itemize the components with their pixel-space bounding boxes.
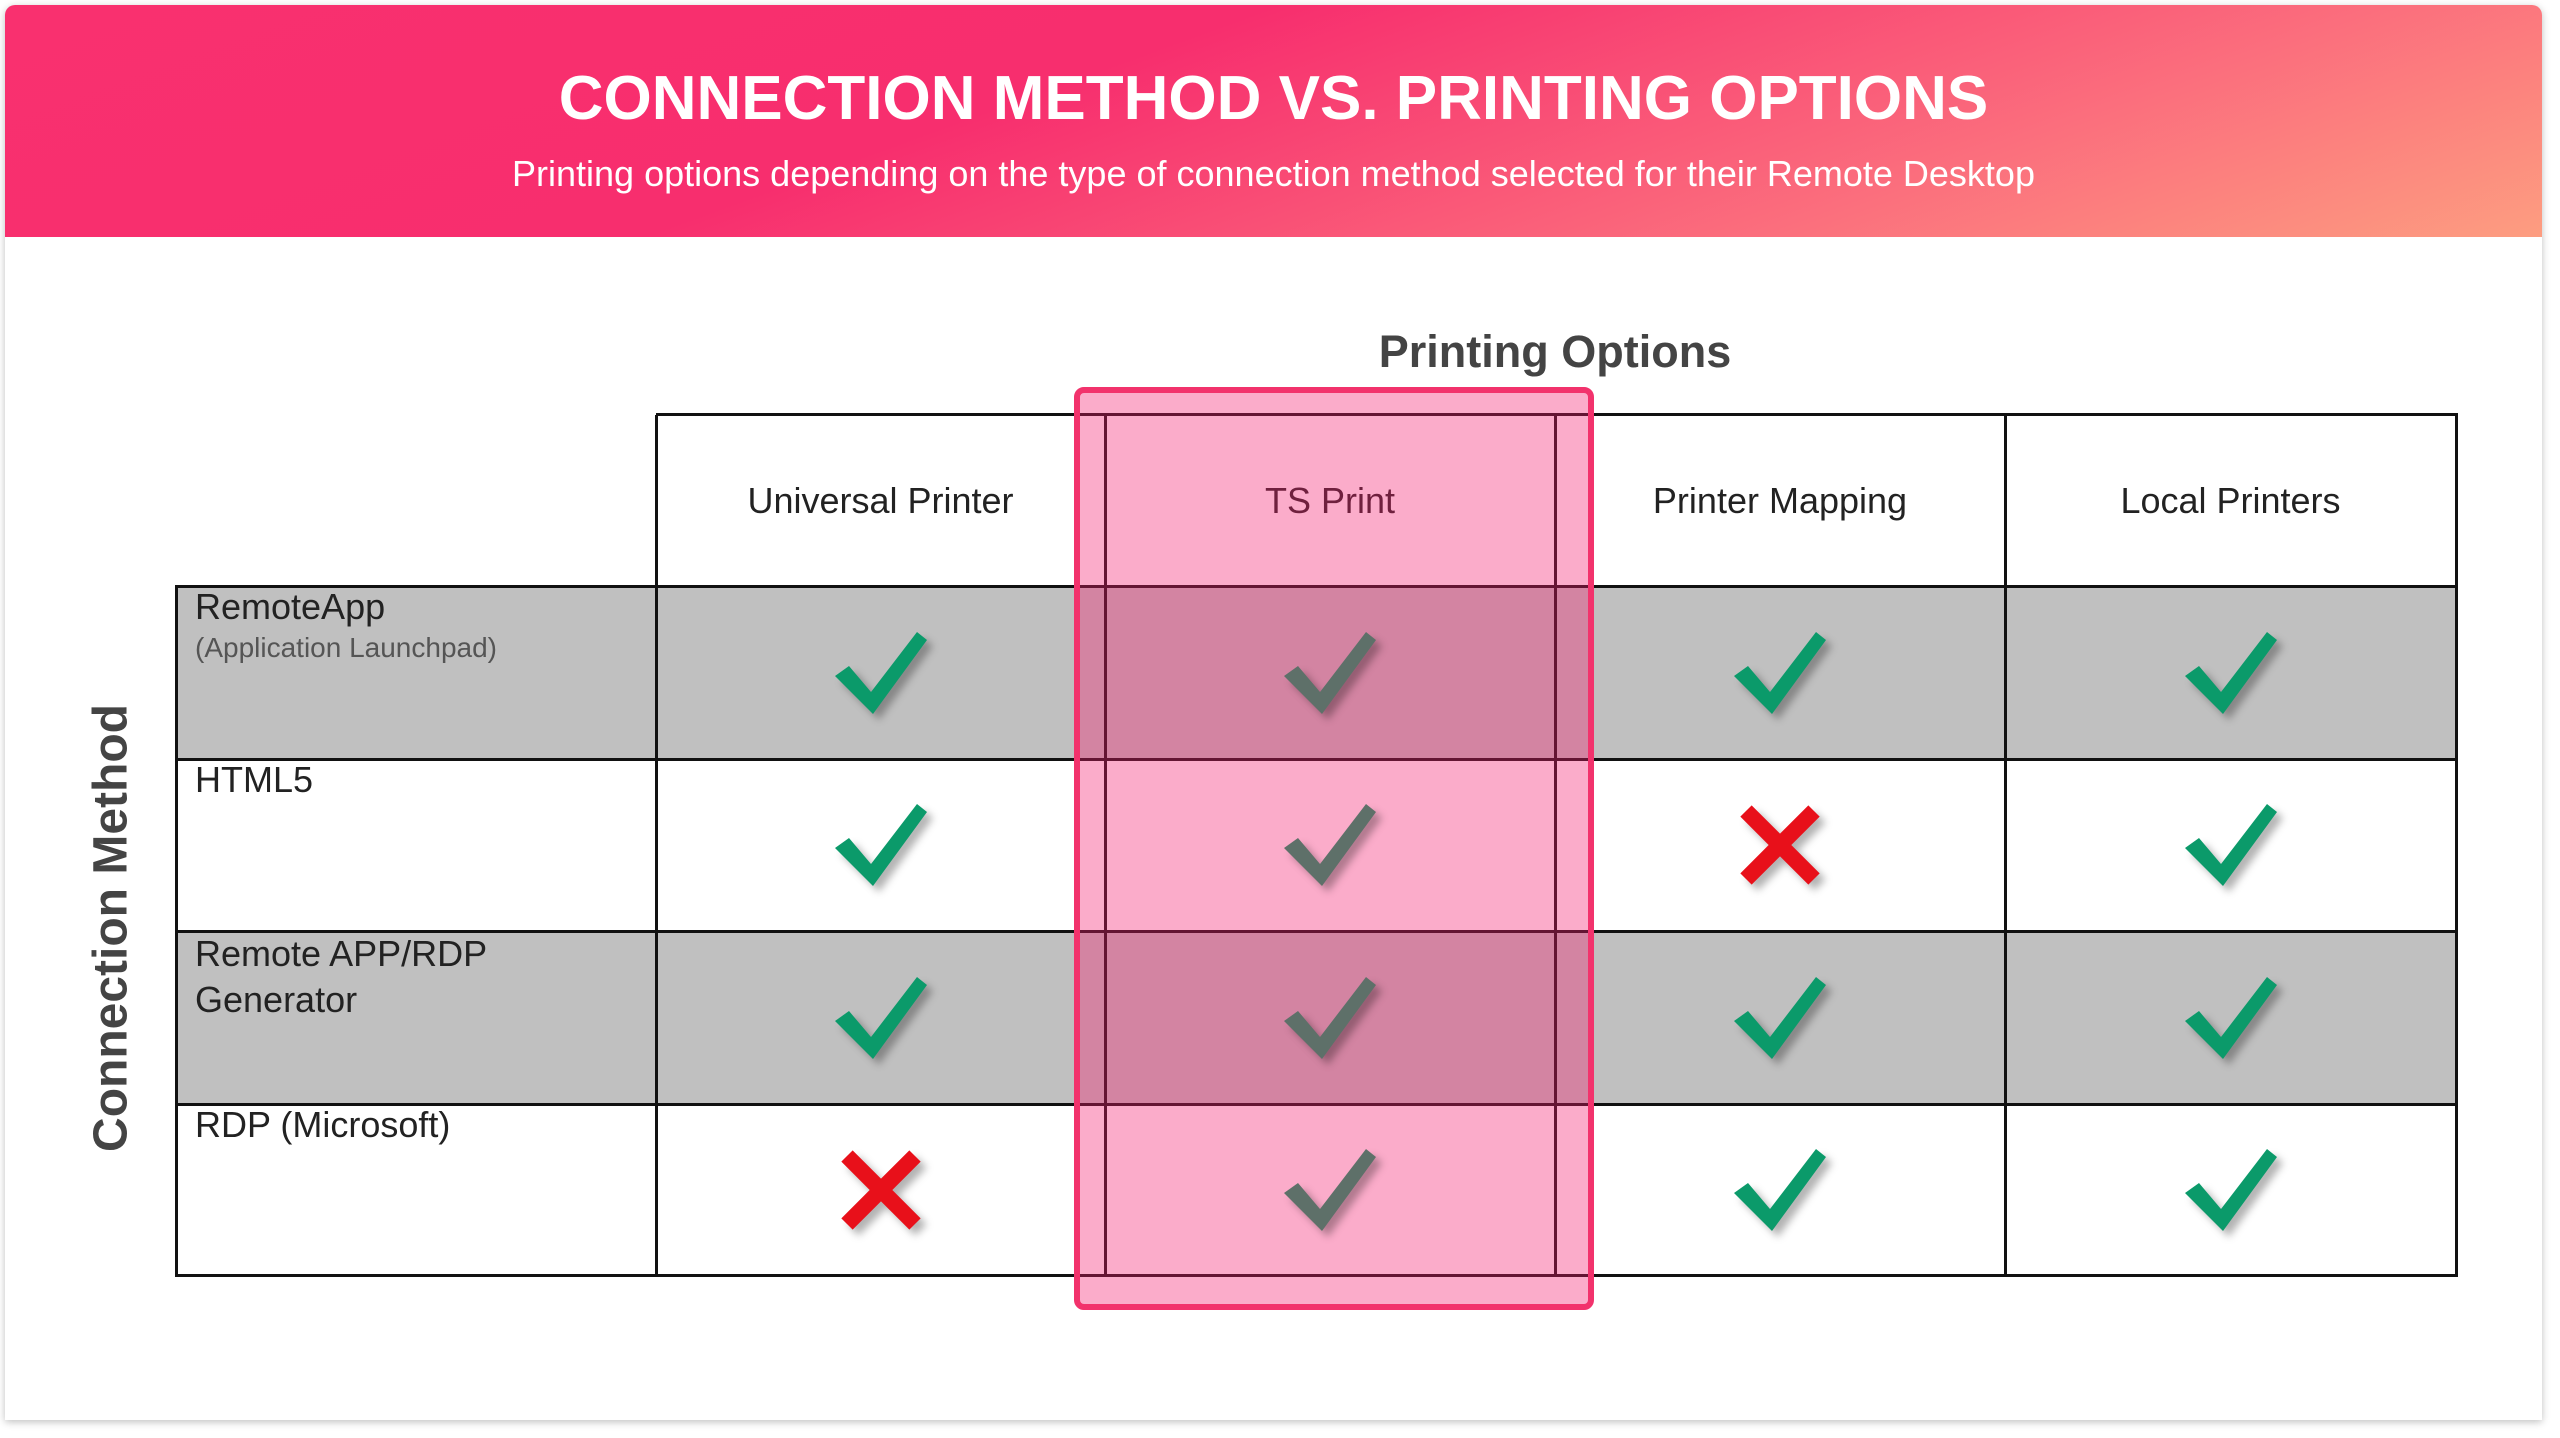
table-row-label: RDP (Microsoft) bbox=[175, 1104, 656, 1275]
check-icon bbox=[1734, 976, 1826, 1059]
table-cell bbox=[2005, 1104, 2456, 1275]
check-icon bbox=[2184, 631, 2277, 714]
check-icon bbox=[834, 631, 927, 714]
table-cell bbox=[1555, 1104, 2005, 1275]
row-sublabel: (Application Launchpad) bbox=[195, 632, 497, 663]
table-cell bbox=[2005, 586, 2456, 759]
check-icon bbox=[1284, 1148, 1376, 1231]
check-icon bbox=[2184, 1148, 2277, 1231]
row-label: HTML5 bbox=[195, 759, 314, 800]
table-cell bbox=[656, 931, 1105, 1104]
table-cell bbox=[656, 586, 1105, 759]
column-header-label: Printer Mapping bbox=[1652, 479, 1908, 521]
row-label: Remote APP/RDP Generator bbox=[195, 933, 487, 1020]
table-row-label: RemoteApp (Application Launchpad) bbox=[175, 586, 656, 759]
table-cell bbox=[656, 1104, 1105, 1275]
page-subtitle: Printing options depending on the type o… bbox=[512, 153, 2035, 194]
grid-line bbox=[175, 586, 178, 1275]
cross-icon bbox=[1740, 805, 1820, 885]
column-header: Printer Mapping bbox=[1555, 415, 2005, 586]
table-cell bbox=[1105, 586, 1555, 759]
column-header-label: Local Printers bbox=[2120, 479, 2341, 521]
header-banner: CONNECTION METHOD VS. PRINTING OPTIONS P… bbox=[5, 5, 2542, 237]
check-icon bbox=[1284, 804, 1376, 886]
column-header-label: Universal Printer bbox=[747, 479, 1014, 521]
table-cell bbox=[1105, 1104, 1555, 1275]
column-header: Local Printers bbox=[2005, 415, 2456, 586]
column-header: Universal Printer bbox=[656, 415, 1105, 586]
check-icon bbox=[834, 804, 927, 886]
cross-icon bbox=[840, 1149, 921, 1230]
table-cell bbox=[1105, 931, 1555, 1104]
table-cell bbox=[1555, 759, 2005, 931]
check-icon bbox=[2184, 804, 2277, 886]
check-icon bbox=[1284, 631, 1376, 714]
check-icon bbox=[1734, 631, 1826, 714]
row-group-label: Connection Method bbox=[84, 704, 138, 1152]
table-row-label: HTML5 bbox=[175, 759, 656, 931]
page-title: CONNECTION METHOD VS. PRINTING OPTIONS bbox=[558, 64, 1989, 133]
check-icon bbox=[2184, 976, 2277, 1059]
table-cell bbox=[2005, 931, 2456, 1104]
check-icon bbox=[834, 976, 927, 1059]
check-icon bbox=[1734, 1148, 1826, 1231]
table-cell bbox=[1555, 586, 2005, 759]
row-label: RDP (Microsoft) bbox=[195, 1104, 451, 1145]
table-cell bbox=[656, 759, 1105, 931]
table-row-label: Remote APP/RDP Generator bbox=[175, 931, 656, 1104]
row-label: RemoteApp bbox=[195, 586, 386, 627]
column-group-label: Printing Options bbox=[1378, 326, 1732, 377]
check-icon bbox=[1284, 976, 1376, 1059]
table-cell bbox=[1105, 759, 1555, 931]
table-cell bbox=[2005, 759, 2456, 931]
table-cell bbox=[1555, 931, 2005, 1104]
